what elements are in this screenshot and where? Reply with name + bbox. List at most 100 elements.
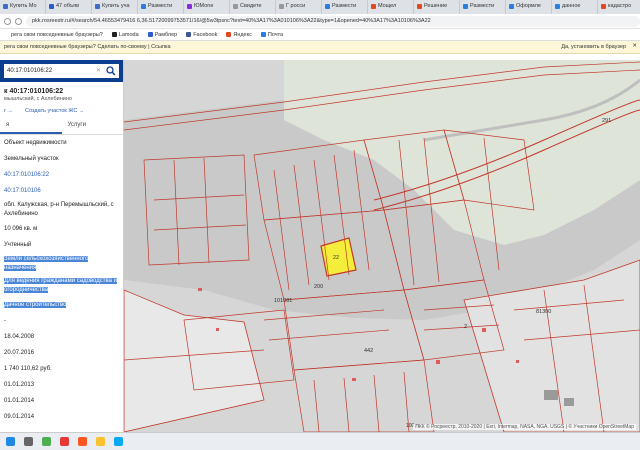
bookmark-icon (186, 32, 192, 37)
bookmark-item[interactable]: Рамблер (147, 31, 178, 38)
attribute-row: Учтенный (0, 237, 123, 253)
tab-favicon-icon (279, 4, 284, 9)
search-icon[interactable] (106, 66, 116, 76)
tab-label: Свидете (240, 3, 262, 9)
bookmark-item[interactable]: рега свои повседневные браузеры? (4, 32, 103, 38)
browser-tab[interactable]: Г росси (276, 0, 322, 14)
attribute-row[interactable]: 40:17:010106:22 (0, 167, 123, 183)
map-label-1: 291 (602, 118, 611, 124)
map-label-4: 101081 (274, 298, 292, 304)
attribute-row: Для ведения гражданами садоводства и ого… (0, 275, 123, 297)
attribute-row: 18.04.2008 (0, 329, 123, 345)
search-icon[interactable] (24, 437, 33, 446)
tab-label: Размести (470, 3, 495, 9)
browser-tab[interactable]: Решение (414, 0, 460, 14)
browser-tab-strip: Купить Мо 47 объяв Купить уча Размести ЮМоne… (0, 0, 640, 14)
tab-label: Купить Мо (10, 3, 37, 9)
browser-tab[interactable]: Свидете (230, 0, 276, 14)
back-icon[interactable] (4, 17, 11, 25)
infobar-install-link[interactable]: Да, установить в браузер (561, 44, 626, 50)
bookmark-item[interactable]: Почта (260, 31, 284, 38)
browser-tab[interactable]: Купить Мо (0, 0, 46, 14)
infobar-text: рега свои повседневные браузеры? Сделать… (4, 44, 171, 50)
tab-favicon-icon (233, 4, 238, 9)
attribute-value: Дачное строительство (4, 302, 67, 308)
browser-tab[interactable]: ЮМоne (184, 0, 230, 14)
cadastral-map[interactable]: 22 291 81300 200 101081 442 2 5 100 м ПК… (124, 60, 640, 432)
tab-favicon-icon (141, 4, 146, 9)
bookmark-item[interactable]: Facebook (186, 32, 217, 38)
browser-tab[interactable]: 47 объяв (46, 0, 92, 14)
tab-favicon-icon (3, 4, 8, 9)
tab-info[interactable]: я (0, 118, 62, 134)
attribute-value: обл. Калужская, р-н Перемышльский, с Ахл… (4, 202, 114, 217)
bookmark-label: Рамблер (154, 31, 178, 38)
browser-tab[interactable]: Мощел (368, 0, 414, 14)
yandex-icon[interactable] (78, 437, 87, 446)
browser-tab[interactable]: Размести (138, 0, 184, 14)
tab-label: Размести (332, 3, 357, 9)
tab-services[interactable]: Услуги (62, 118, 124, 134)
tab-label: ЮМоne (194, 3, 214, 9)
close-icon[interactable]: ✕ (632, 43, 637, 49)
tab-favicon-icon (95, 4, 100, 9)
attribute-row: Земельный участок (0, 151, 123, 167)
skype-icon[interactable] (114, 437, 123, 446)
forward-icon[interactable] (15, 17, 22, 25)
attribute-value: 10 096 кв. м (4, 226, 38, 232)
attribute-row: Объект недвижимости (0, 135, 123, 151)
map-label-6: 2 (464, 324, 467, 330)
browser-tab[interactable]: Оформле (506, 0, 552, 14)
attribute-value: - (4, 318, 6, 324)
browser-infobar: рега свои повседневные браузеры? Сделать… (0, 41, 640, 54)
map-label-selected: 22 (333, 255, 339, 261)
url-field[interactable]: pkk.rosreestr.ru/#/search/54.46553479416… (26, 15, 640, 27)
attribute-value: Учтенный (4, 242, 32, 248)
tab-favicon-icon (601, 4, 606, 9)
attribute-value: Объект недвижимости (4, 140, 67, 146)
start-icon[interactable] (6, 437, 15, 446)
browser-tab[interactable]: Размести (460, 0, 506, 14)
browser-tab[interactable]: Купить уча (92, 0, 138, 14)
attribute-row: 01.01.2014 (0, 393, 123, 409)
panel-links: г → Создать участок ЖС → (0, 108, 123, 118)
attribute-value: 01.01.2013 (4, 382, 35, 388)
map-canvas[interactable]: 22 291 81300 200 101081 442 2 5 (124, 60, 640, 432)
browser-tab[interactable]: Размести (322, 0, 368, 14)
bookmark-item[interactable]: Яндекс (226, 32, 252, 38)
bookmark-icon (111, 32, 117, 37)
tab-label: Мощел (378, 3, 397, 9)
browser-tab[interactable]: кадастро (598, 0, 640, 14)
attribute-value: 40:17:010106 (4, 188, 41, 194)
bookmarks-bar: рега свои повседневные браузеры? Lamoda Ра… (0, 29, 640, 41)
tab-favicon-icon (49, 4, 54, 9)
bookmark-label: Почта (267, 31, 284, 38)
attribute-list: Объект недвижимости Земельный участок 40:1… (0, 135, 123, 425)
clear-icon[interactable]: ✕ (96, 67, 101, 74)
chrome-icon[interactable] (42, 437, 51, 446)
bookmark-label: Facebook (193, 31, 218, 38)
bookmark-icon (226, 32, 232, 37)
attribute-value: Земли сельскохозяйственного назначения (4, 256, 89, 271)
bookmark-icon (4, 32, 9, 37)
attribute-row: - (0, 313, 123, 329)
panel-link-1[interactable]: г → (4, 108, 13, 114)
search-input[interactable]: 40:17:010106:22 ✕ (4, 64, 119, 78)
attribute-value: 1 740 110,62 руб. (4, 366, 52, 372)
attribute-row: 20.07.2016 (0, 345, 123, 361)
bookmark-item[interactable]: Lamoda (111, 32, 139, 38)
tab-favicon-icon (509, 4, 514, 9)
create-parcel-link[interactable]: Создать участок ЖС → (25, 108, 84, 114)
browser-tab[interactable]: данное (552, 0, 598, 14)
attribute-row: Земли сельскохозяйственного назначения (0, 253, 123, 275)
attribute-row: 01.01.2013 (0, 377, 123, 393)
attribute-value: Земельный участок (4, 156, 59, 162)
attribute-row[interactable]: 40:17:010106 (0, 183, 123, 199)
attribute-value: 40:17:010106:22 (4, 172, 50, 178)
parcel-subtitle: мышльский, с Ахлебинино (4, 96, 72, 102)
parcel-title: к 40:17:010106:22 (4, 88, 64, 95)
tab-label: Купить уча (102, 3, 130, 9)
opera-icon[interactable] (60, 437, 69, 446)
tab-favicon-icon (187, 4, 192, 9)
explorer-icon[interactable] (96, 437, 105, 446)
